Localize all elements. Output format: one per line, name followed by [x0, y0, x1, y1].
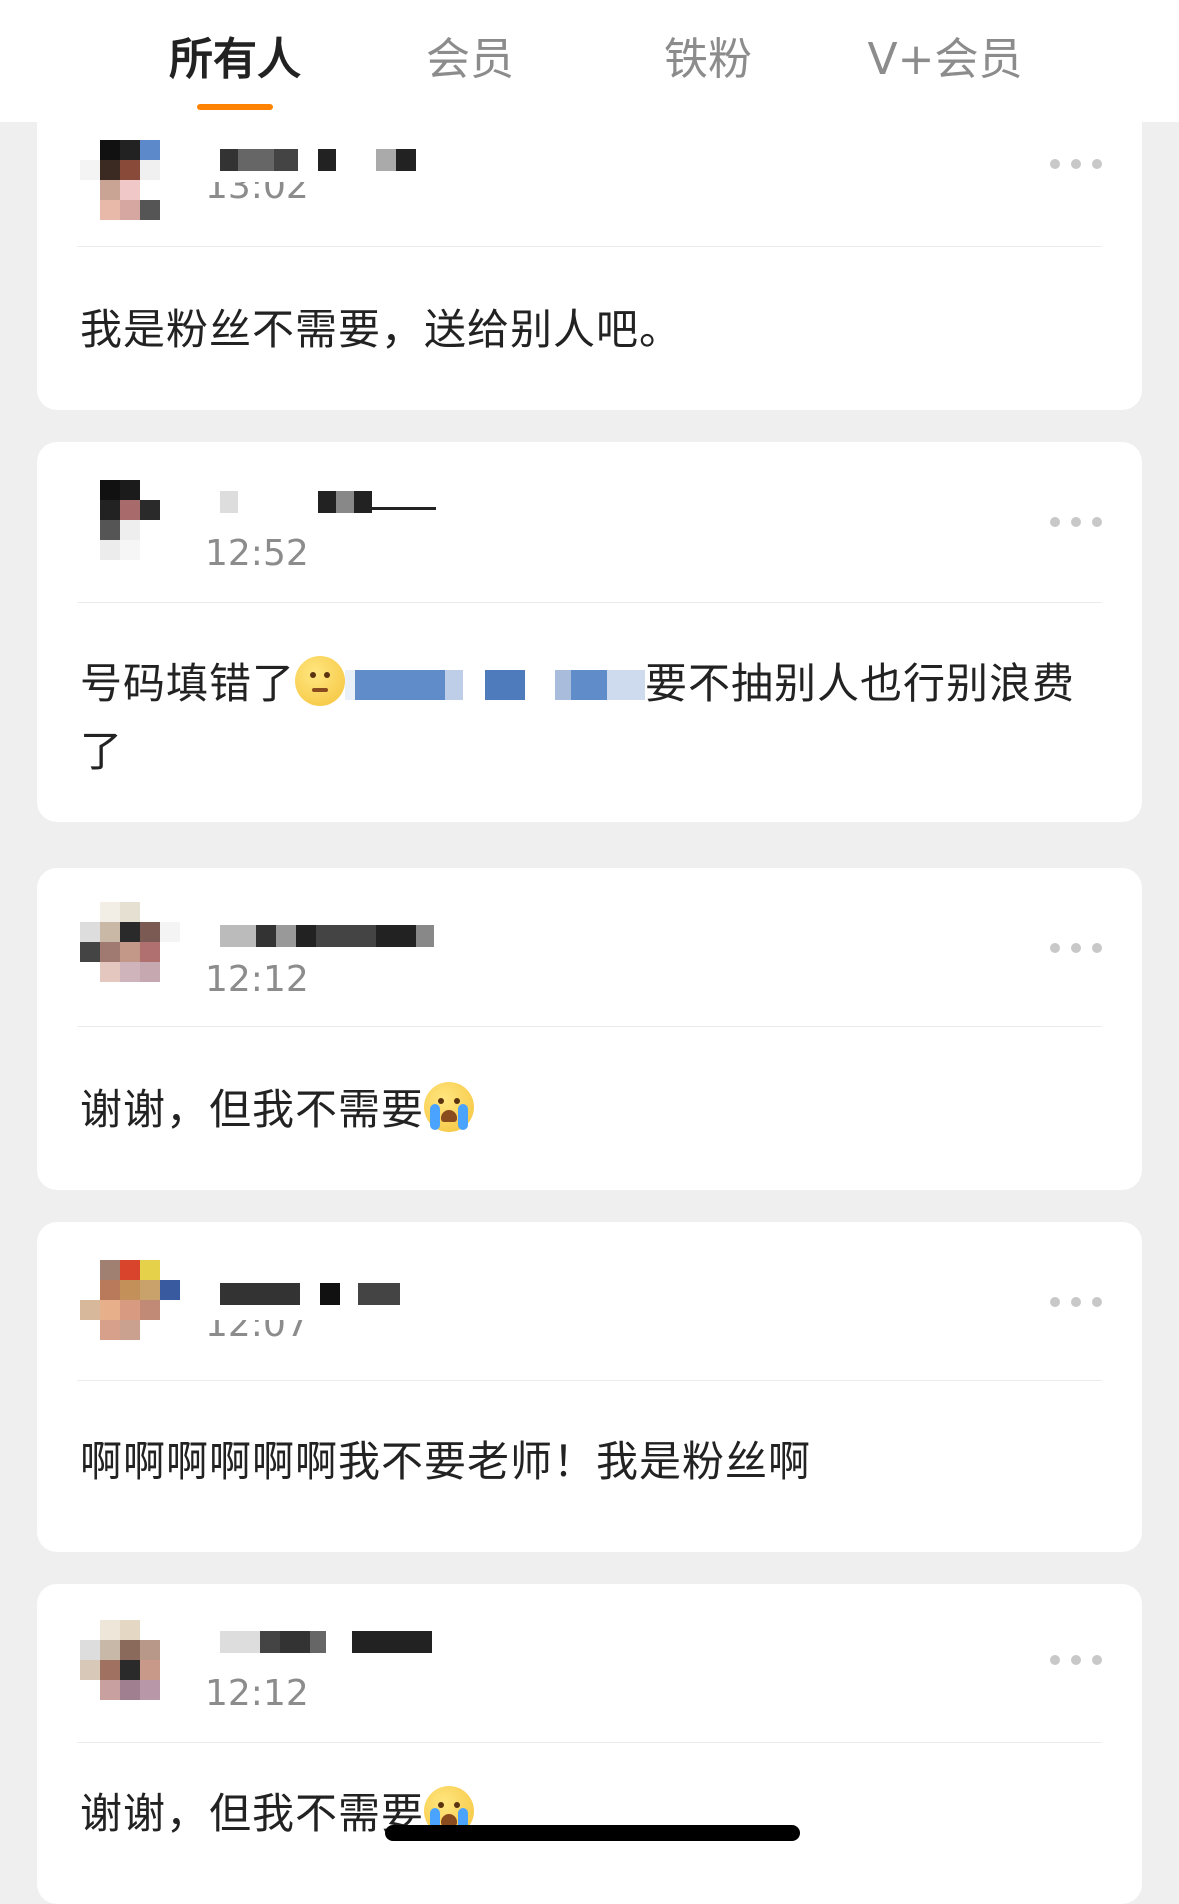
more-dots-icon[interactable] — [1050, 516, 1102, 528]
comment-card: 13:02 我是粉丝不需要，送给别人吧。 — [37, 90, 1142, 410]
comment-card: 12:07 啊啊啊啊啊啊我不要老师！我是粉丝啊 — [37, 1222, 1142, 1552]
more-dots-icon[interactable] — [1050, 158, 1102, 170]
username-blurred[interactable] — [220, 1622, 432, 1662]
avatar[interactable] — [80, 480, 180, 580]
username-blurred[interactable] — [220, 916, 434, 956]
active-tab-indicator — [197, 104, 273, 110]
divider — [77, 246, 1102, 247]
username-blurred[interactable] — [220, 482, 436, 522]
comment-text-part: 号码填错了 — [80, 659, 296, 708]
username-blurred[interactable] — [220, 1274, 400, 1314]
more-dots-icon[interactable] — [1050, 942, 1102, 954]
tab-members[interactable]: 会员 — [405, 30, 535, 90]
comment-text-part: 谢谢，但我不需要 — [80, 1789, 425, 1838]
comment-card: 12:12 谢谢，但我不需要 — [37, 868, 1142, 1190]
more-dots-icon[interactable] — [1050, 1654, 1102, 1666]
comment-text: 谢谢，但我不需要 — [80, 1076, 1102, 1144]
crying-face-emoji — [424, 1082, 475, 1132]
avatar[interactable] — [80, 1260, 180, 1360]
mention-link-blurred[interactable] — [345, 670, 646, 700]
more-dots-icon[interactable] — [1050, 1296, 1102, 1308]
comment-text: 号码填错了 要不抽别人也行别浪费了 — [80, 650, 1102, 786]
comment-text: 啊啊啊啊啊啊我不要老师！我是粉丝啊 — [80, 1437, 812, 1486]
tab-vplus-members[interactable]: V+会员 — [855, 30, 1035, 90]
avatar[interactable] — [80, 902, 180, 1002]
divider — [77, 1742, 1102, 1743]
divider — [77, 1380, 1102, 1381]
comment-time: 12:52 — [205, 533, 309, 574]
comment-time: 12:07 — [205, 1320, 309, 1342]
avatar[interactable] — [80, 140, 180, 240]
comment-text: 我是粉丝不需要，送给别人吧。 — [80, 305, 683, 354]
comment-time: 12:12 — [205, 1673, 309, 1714]
comment-time: 13:02 — [205, 182, 309, 204]
home-indicator[interactable] — [385, 1825, 800, 1841]
username-blurred[interactable] — [220, 140, 416, 180]
comment-text-part: 谢谢，但我不需要 — [80, 1085, 425, 1134]
tab-bar: 所有人 会员 铁粉 V+会员 — [0, 0, 1179, 122]
comment-card: 12:12 谢谢，但我不需要 — [37, 1584, 1142, 1904]
comment-time: 12:12 — [205, 959, 309, 1000]
divider — [77, 602, 1102, 603]
tab-everyone[interactable]: 所有人 — [160, 30, 310, 90]
sad-face-emoji — [295, 656, 346, 706]
tab-iron-fans[interactable]: 铁粉 — [643, 30, 773, 90]
avatar[interactable] — [80, 1620, 180, 1720]
divider — [77, 1026, 1102, 1027]
comment-card: 12:52 号码填错了 要不抽别人也行别浪费了 — [37, 442, 1142, 822]
